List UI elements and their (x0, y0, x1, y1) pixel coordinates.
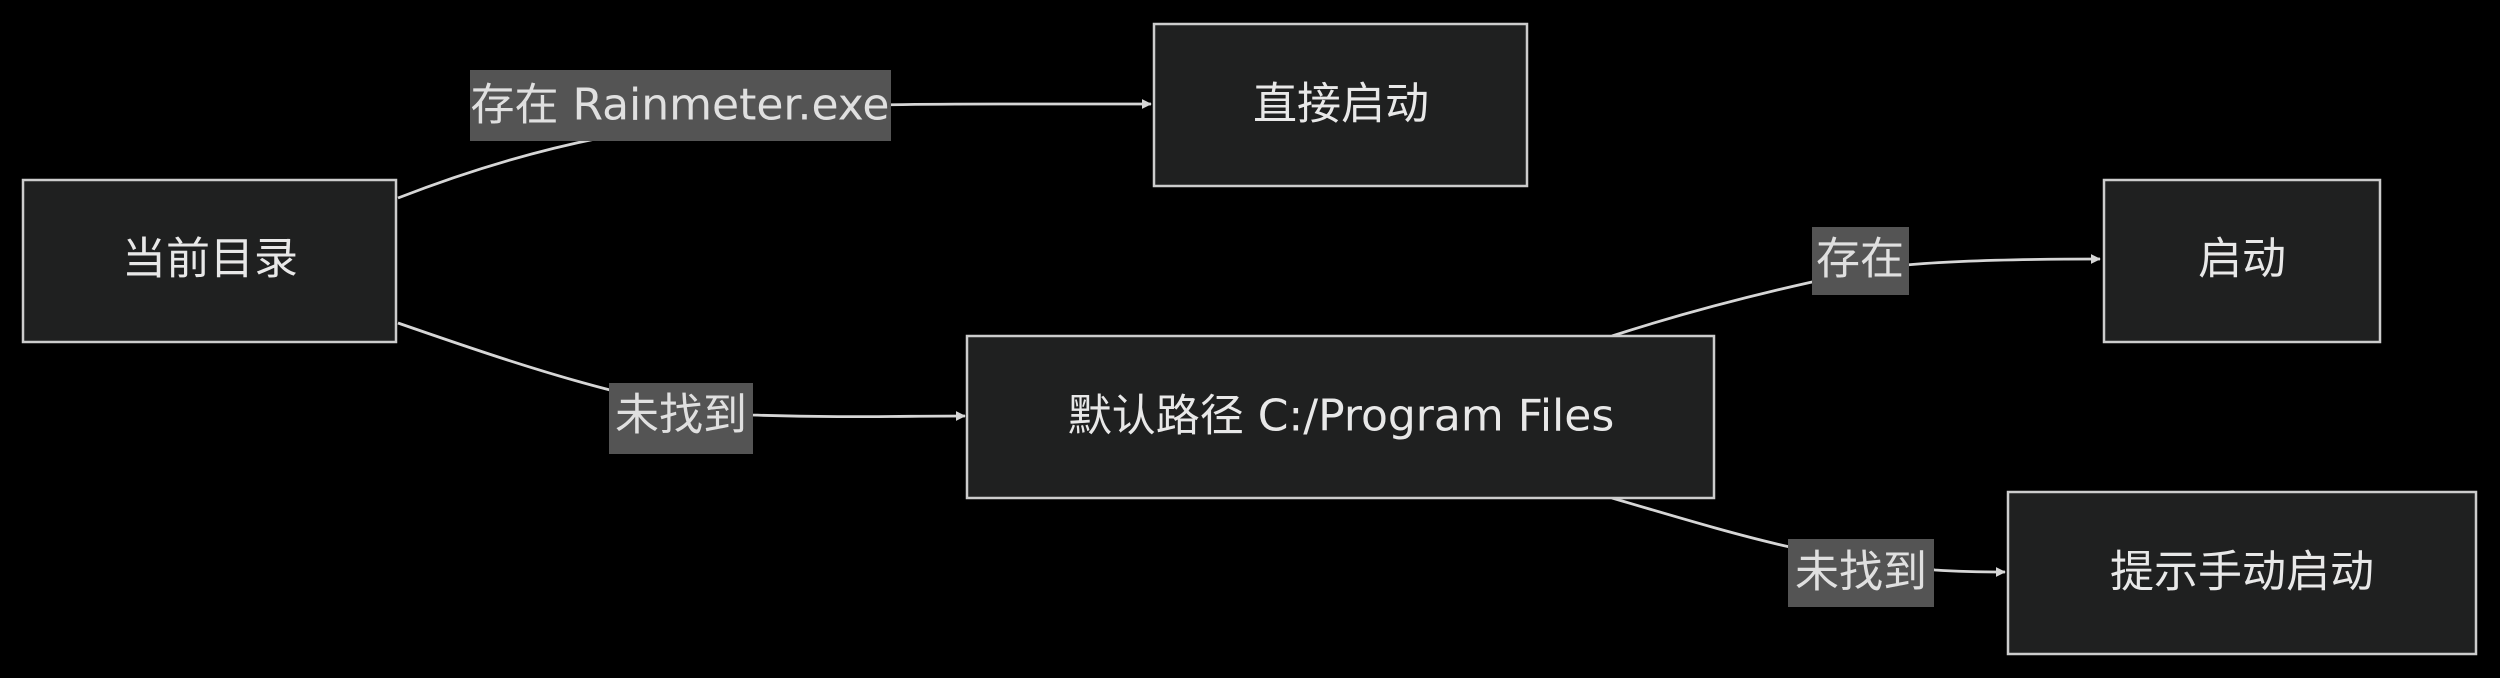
edge-label-exists-exe-text: 存在 Rainmeter.exe (470, 80, 889, 131)
edge-label-not-found-1: 未找到 (609, 383, 753, 454)
node-direct-start: 直接启动 (1152, 22, 1529, 188)
edge-label-exists-text: 存在 (1816, 234, 1904, 285)
node-manual-start: 提示手动启动 (2006, 490, 2478, 656)
node-default-path: 默认路径 C:/Program Files (965, 334, 1716, 500)
node-direct-start-label: 直接启动 (1253, 79, 1429, 130)
node-start-label: 启动 (2198, 234, 2286, 285)
node-current-dir-label: 当前目录 (122, 234, 298, 285)
flowchart: 存在 Rainmeter.exe 未找到 存在 未找到 当前目录 直接启动 默认… (21, 22, 2478, 656)
edge-label-exists: 存在 (1812, 227, 1909, 295)
node-default-path-label: 默认路径 C:/Program Files (1068, 391, 1615, 442)
edge-label-not-found-2: 未找到 (1788, 539, 1934, 607)
edge-label-not-found-1-text: 未找到 (615, 390, 747, 441)
edge-label-exists-exe: 存在 Rainmeter.exe (470, 70, 891, 141)
node-current-dir: 当前目录 (21, 178, 398, 344)
node-start: 启动 (2102, 178, 2382, 344)
edge-label-not-found-2-text: 未找到 (1795, 547, 1927, 598)
node-manual-start-label: 提示手动启动 (2110, 547, 2374, 598)
